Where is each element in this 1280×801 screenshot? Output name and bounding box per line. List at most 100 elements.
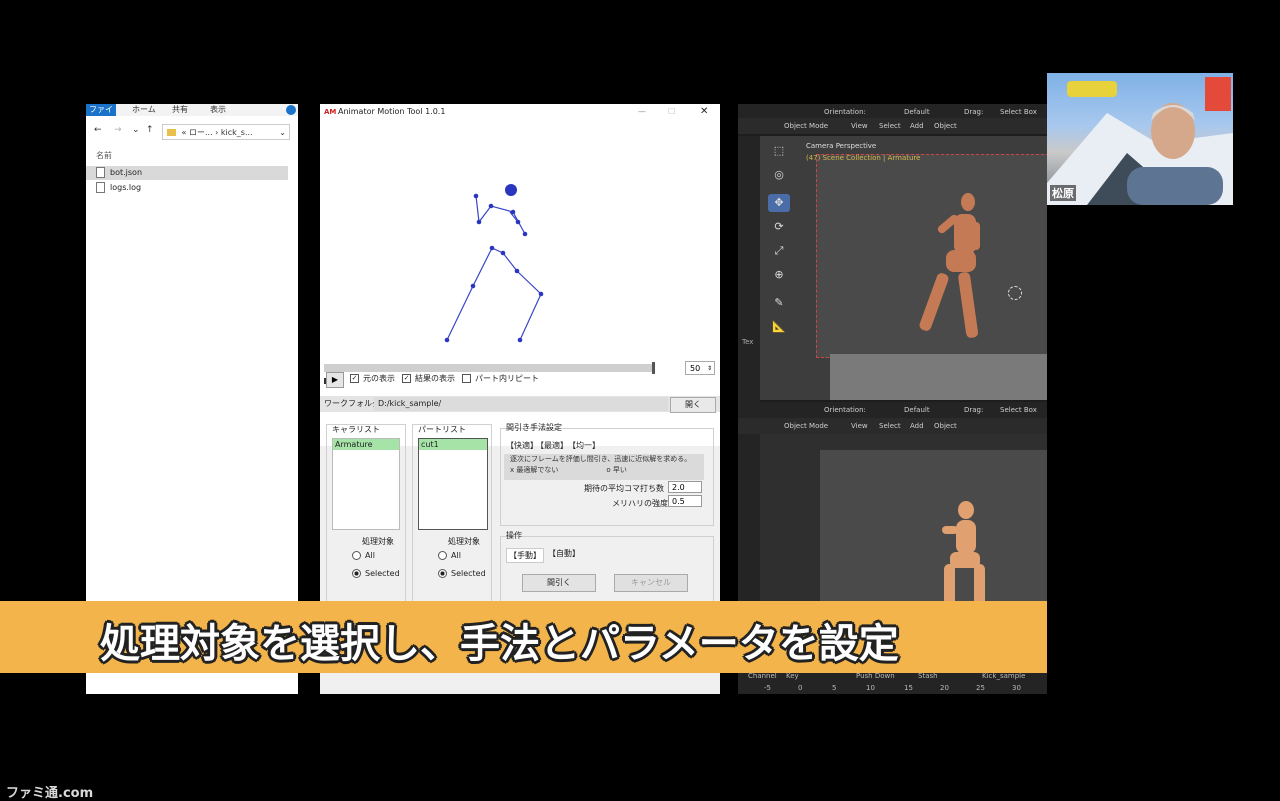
menu-object[interactable]: Object bbox=[934, 118, 957, 134]
camera-perspective-label: Camera Perspective bbox=[806, 142, 877, 150]
chevron-down-icon[interactable]: ⌄ bbox=[279, 125, 286, 141]
address-path: « ロー... › kick_s... bbox=[181, 128, 253, 137]
json-file-icon bbox=[96, 167, 105, 178]
tick-label: 15 bbox=[904, 684, 913, 692]
orientation-dropdown[interactable]: Default bbox=[904, 402, 930, 418]
param-avg-frames-input[interactable]: 2.0 bbox=[668, 481, 702, 493]
show-original-checkbox[interactable]: ✓ 元の表示 bbox=[350, 372, 395, 386]
menu-view[interactable]: View bbox=[851, 118, 868, 134]
object-mode-dropdown[interactable]: Object Mode bbox=[784, 118, 828, 134]
cancel-button[interactable]: キャンセル bbox=[614, 574, 688, 592]
ribbon-tab-share[interactable]: 共有 bbox=[172, 104, 188, 116]
part-listbox[interactable]: cut1 bbox=[418, 438, 488, 530]
push-down-button[interactable]: Push Down bbox=[856, 672, 895, 680]
spin-arrows-icon[interactable]: ⇕ bbox=[707, 362, 712, 376]
work-folder-input[interactable]: D:/kick_sample/ bbox=[374, 397, 668, 411]
file-row[interactable]: logs.log bbox=[96, 181, 298, 195]
menu-add[interactable]: Add bbox=[910, 418, 924, 434]
thin-button[interactable]: 間引く bbox=[522, 574, 596, 592]
stash-button[interactable]: Stash bbox=[918, 672, 938, 680]
param-contrast-label: メリハリの強度 bbox=[612, 499, 668, 508]
frame-value: 50 bbox=[690, 364, 701, 373]
show-result-checkbox[interactable]: ✓ 結果の表示 bbox=[402, 372, 455, 386]
log-file-icon bbox=[96, 182, 105, 193]
rotate-tool-icon[interactable]: ⟳ bbox=[768, 218, 790, 236]
help-icon[interactable] bbox=[286, 105, 296, 115]
recent-dropdown-icon[interactable]: ⌄ bbox=[132, 125, 140, 135]
cursor-3d-icon[interactable] bbox=[1008, 286, 1022, 300]
menu-view[interactable]: View bbox=[851, 418, 868, 434]
mannequin-figure bbox=[942, 501, 985, 606]
target-selected-radio-part[interactable]: Selected bbox=[438, 568, 486, 580]
method-label: 間引き手法設定 bbox=[506, 423, 562, 432]
menu-channel[interactable]: Channel bbox=[748, 672, 777, 680]
timeline-header: Channel Key Push Down Stash Kick_sample … bbox=[738, 672, 1047, 694]
desc-con: x 最適解でない bbox=[510, 466, 559, 474]
up-arrow-icon[interactable]: ↑ bbox=[146, 125, 154, 135]
tick-label: 5 bbox=[832, 684, 837, 692]
target-all-radio-part[interactable]: All bbox=[438, 550, 461, 562]
target-selected-radio-chara[interactable]: Selected bbox=[352, 568, 400, 580]
maximize-icon[interactable]: ☐ bbox=[668, 104, 675, 120]
select-box-tool-icon[interactable]: ⬚ bbox=[768, 142, 790, 160]
viewport-top[interactable]: Camera Perspective (47) Scene Collection… bbox=[760, 136, 1047, 400]
minimize-icon[interactable]: — bbox=[638, 104, 646, 120]
frame-slider[interactable] bbox=[324, 362, 655, 374]
target-all-radio-chara[interactable]: All bbox=[352, 550, 375, 562]
back-arrow-icon[interactable]: ← bbox=[94, 125, 102, 135]
operation-tab-auto[interactable]: 【自動】 bbox=[548, 548, 580, 559]
close-icon[interactable]: ✕ bbox=[700, 104, 708, 120]
ribbon-tab-home[interactable]: ホーム bbox=[132, 104, 156, 116]
cursor-tool-icon[interactable]: ◎ bbox=[768, 166, 790, 184]
object-mode-dropdown[interactable]: Object Mode bbox=[784, 418, 828, 434]
chara-listbox[interactable]: Armature bbox=[332, 438, 400, 530]
ribbon-tab-view[interactable]: 表示 bbox=[210, 104, 226, 116]
desc-pros-cons: x 最適解でない o 早い bbox=[510, 465, 704, 476]
operation-tab-manual[interactable]: 【手動】 bbox=[506, 548, 544, 563]
column-header-name[interactable]: 名前 bbox=[96, 150, 112, 161]
measure-tool-icon[interactable]: 📐 bbox=[768, 318, 790, 336]
file-row[interactable]: bot.json bbox=[86, 166, 288, 180]
head-joint[interactable] bbox=[505, 184, 517, 196]
play-button[interactable]: ▶ bbox=[326, 372, 344, 388]
method-tab-uniform[interactable]: 【均一】 bbox=[568, 440, 600, 451]
move-tool-icon[interactable]: ✥ bbox=[768, 194, 790, 212]
tick-label: 20 bbox=[940, 684, 949, 692]
slider-thumb[interactable] bbox=[652, 362, 655, 374]
method-tab-optimal[interactable]: 【最適】 bbox=[536, 440, 568, 451]
ribbon-tab-file[interactable]: ファイル bbox=[86, 104, 116, 126]
part-repeat-checkbox[interactable]: パート内リピート bbox=[462, 372, 539, 386]
drag-dropdown[interactable]: Select Box bbox=[1000, 402, 1037, 418]
method-tab-fast[interactable]: 【快適】 bbox=[506, 440, 538, 451]
app-icon: AM bbox=[324, 108, 337, 116]
subtitle-text: 処理対象を選択し、手法とパラメータを設定 bbox=[100, 621, 899, 667]
annotate-tool-icon[interactable]: ✎ bbox=[768, 294, 790, 312]
frame-spinbox[interactable]: 50 ⇕ bbox=[685, 361, 715, 375]
explorer-ribbon: ファイル ホーム 共有 表示 bbox=[86, 104, 298, 126]
menu-key[interactable]: Key bbox=[786, 672, 799, 680]
window-titlebar: AM Animator Motion Tool 1.0.1 — ☐ ✕ bbox=[320, 104, 720, 120]
menu-object[interactable]: Object bbox=[934, 418, 957, 434]
scene-info-label: (47) Scene Collection | Armature bbox=[806, 154, 921, 162]
list-item[interactable]: cut1 bbox=[419, 439, 487, 450]
side-text: Tex bbox=[742, 338, 754, 346]
menu-select[interactable]: Select bbox=[879, 118, 901, 134]
scale-tool-icon[interactable]: ⤢ bbox=[768, 242, 790, 260]
action-name-field[interactable]: Kick_sample bbox=[982, 672, 1025, 680]
menu-add[interactable]: Add bbox=[910, 118, 924, 134]
forward-arrow-icon[interactable]: → bbox=[114, 125, 122, 135]
radio-label: Selected bbox=[365, 569, 400, 578]
desc-line: 逐次にフレームを評価し間引き、迅速に近似解を求める。 bbox=[510, 455, 692, 463]
target-label-part: 処理対象 bbox=[448, 537, 480, 546]
address-field[interactable]: « ロー... › kick_s... ⌄ bbox=[162, 124, 290, 140]
transform-tool-icon[interactable]: ⊕ bbox=[768, 266, 790, 284]
param-contrast-input[interactable]: 0.5 bbox=[668, 495, 702, 507]
method-description: 逐次にフレームを評価し間引き、迅速に近似解を求める。 x 最適解でない o 早い bbox=[504, 454, 704, 480]
list-item[interactable]: Armature bbox=[333, 439, 399, 450]
param-avg-frames-label: 期待の平均コマ打ち数 bbox=[584, 484, 664, 493]
menu-select[interactable]: Select bbox=[879, 418, 901, 434]
tick-label: 25 bbox=[976, 684, 985, 692]
work-folder-row: ワークフォルダ: D:/kick_sample/ 開く bbox=[320, 396, 720, 413]
open-button[interactable]: 開く bbox=[670, 397, 716, 413]
checkbox-label: 元の表示 bbox=[363, 374, 395, 383]
